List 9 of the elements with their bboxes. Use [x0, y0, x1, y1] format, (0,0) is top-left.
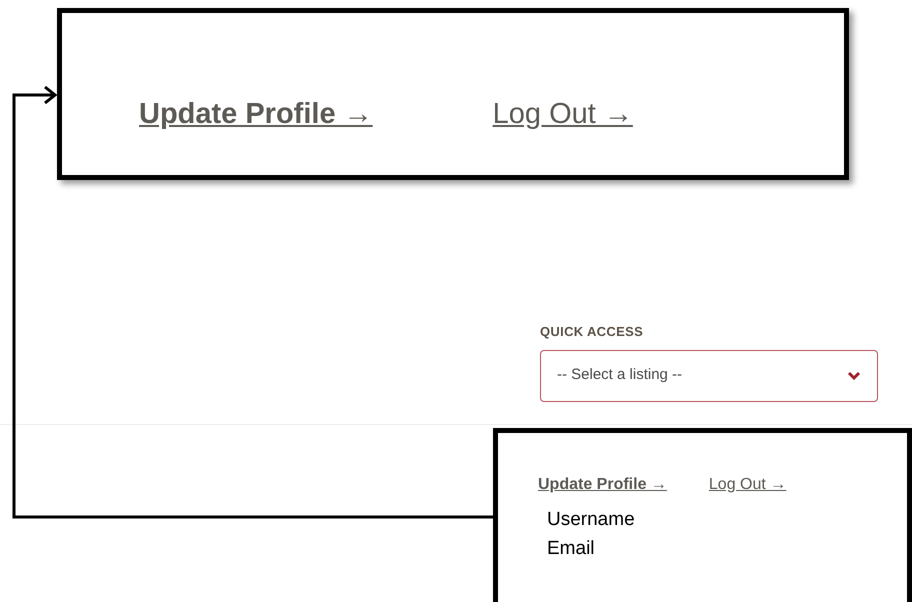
listing-select[interactable]: -- Select a listing -- [540, 350, 878, 402]
section-label: QUICK ACCESS [540, 323, 644, 341]
link[interactable]: Update Profile → [538, 473, 667, 497]
chevron-down-icon [847, 370, 861, 380]
link[interactable]: Log Out → [708, 473, 786, 497]
note-text: Username [547, 508, 636, 532]
link[interactable]: Update Profile → [139, 93, 373, 136]
note-text: Email [547, 537, 596, 561]
link[interactable]: Log Out → [492, 93, 633, 136]
